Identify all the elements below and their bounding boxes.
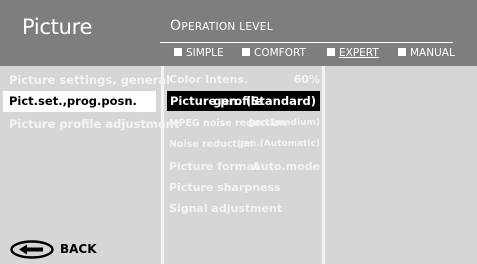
mode-square-icon bbox=[327, 48, 335, 56]
row-picture-sharpness[interactable]: Picture sharpness bbox=[169, 181, 320, 194]
mode-manual-label: MANUAL bbox=[410, 47, 455, 59]
menu-title: Picture bbox=[22, 15, 93, 39]
row-value: gen. (Standard) bbox=[213, 94, 316, 108]
row-value: gen.(Automatic) bbox=[237, 139, 320, 149]
row-picture-format[interactable]: Picture format Auto.mode bbox=[169, 160, 320, 173]
back-button[interactable]: BACK bbox=[10, 239, 97, 259]
row-noise-reduction[interactable]: Noise reduction gen.(Automatic) bbox=[169, 139, 320, 150]
menu-item-pict-set-prog-posn[interactable]: Pict.set.,prog.posn. bbox=[3, 91, 156, 112]
mode-square-icon bbox=[398, 48, 406, 56]
back-label: BACK bbox=[60, 242, 97, 256]
back-arrow-icon bbox=[10, 239, 54, 259]
row-label: Picture format bbox=[169, 160, 260, 173]
row-picture-profile[interactable]: Picture profile gen. (Standard) bbox=[167, 91, 320, 111]
mode-manual[interactable]: MANUAL bbox=[398, 47, 455, 59]
mode-expert-label: EXPERT bbox=[339, 47, 379, 59]
row-signal-adjustment[interactable]: Signal adjustment bbox=[169, 202, 320, 215]
row-value: gen.(medium) bbox=[248, 118, 320, 128]
row-label: Picture sharpness bbox=[169, 181, 281, 194]
mode-expert[interactable]: EXPERT bbox=[327, 47, 379, 59]
detail-column bbox=[325, 66, 477, 264]
row-color-intensity[interactable]: Color intens. 60% bbox=[169, 73, 320, 86]
menu-item-picture-settings-general[interactable]: Picture settings, general bbox=[9, 73, 170, 87]
menu-item-picture-profile-adjustment[interactable]: Picture profile adjustment bbox=[9, 117, 179, 131]
row-mpeg-noise-reduction[interactable]: MPEG noise reduction gen.(medium) bbox=[169, 118, 320, 129]
row-value: 60% bbox=[293, 73, 320, 86]
submenu-rows: Color intens. 60% Picture profile gen. (St… bbox=[164, 0, 322, 264]
row-value: Auto.mode bbox=[252, 160, 320, 173]
row-label: Color intens. bbox=[169, 73, 249, 86]
tv-picture-menu: Picture OPERATION LEVEL SIMPLE COMFORT E… bbox=[0, 0, 477, 264]
row-label: Signal adjustment bbox=[169, 202, 283, 215]
